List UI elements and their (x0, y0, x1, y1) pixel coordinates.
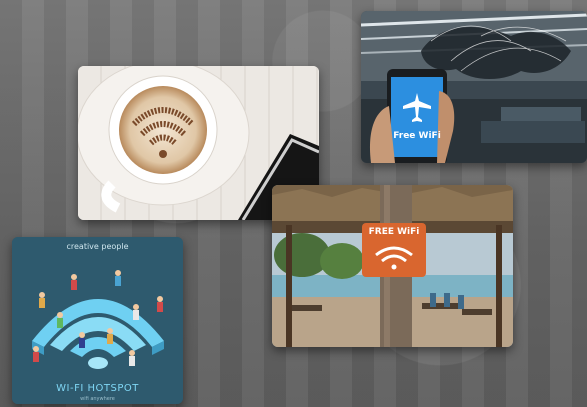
photo-airport-phone: Free WiFi (361, 11, 587, 163)
illustration-wifi-hotspot: creative people WI-FI HOTSPOT wifi anywh… (12, 237, 183, 404)
beach-scene (272, 185, 513, 347)
hotspot-heading: creative people (66, 242, 129, 251)
hotspot-illustration (12, 237, 183, 404)
beach-sign-text: FREE WiFi (368, 227, 420, 237)
collage-canvas: Free WiFi FREE WiFi creative people WI-F… (0, 0, 587, 407)
phone-sign-text: Free WiFi (393, 131, 441, 141)
photo-beach-sign: FREE WiFi (272, 185, 513, 347)
hotspot-subtitle: wifi anywhere (80, 396, 115, 402)
hotspot-title: WI-FI HOTSPOT (56, 383, 139, 394)
wifi-dot (88, 357, 108, 369)
